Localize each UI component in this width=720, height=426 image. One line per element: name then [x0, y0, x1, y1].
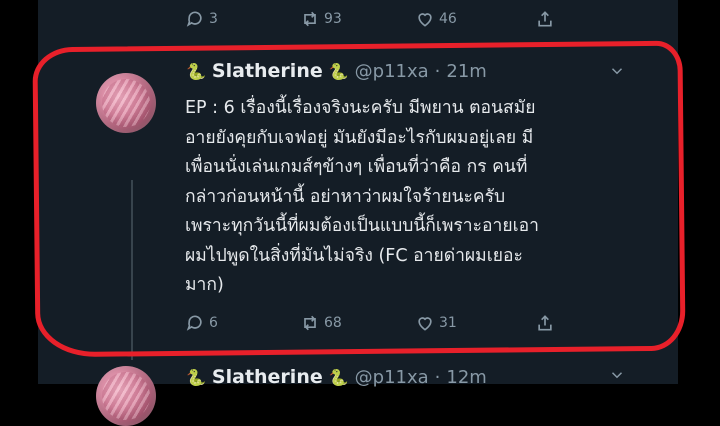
user-handle[interactable]: @p11xa — [355, 367, 429, 388]
heart-icon — [418, 13, 432, 27]
reply-count: 3 — [209, 11, 218, 27]
next-tweet-header: 🐍 Slatherine 🐍 @p11xa · 12m — [186, 366, 487, 388]
display-name[interactable]: Slatherine — [212, 366, 323, 388]
separator: · — [434, 366, 441, 388]
retweet-count: 93 — [324, 11, 342, 27]
like-button[interactable]: 46 — [415, 9, 457, 29]
retweet-icon — [304, 11, 316, 27]
share-button[interactable] — [535, 9, 555, 29]
avatar[interactable] — [96, 366, 156, 426]
reply-button[interactable]: 3 — [185, 9, 218, 29]
reply-icon — [186, 11, 202, 27]
like-count: 46 — [439, 11, 457, 27]
chevron-down-icon[interactable] — [608, 366, 626, 388]
share-icon — [538, 11, 552, 27]
timestamp[interactable]: 12m — [446, 367, 486, 388]
red-highlight-annotation — [32, 40, 686, 358]
retweet-button[interactable]: 93 — [300, 9, 342, 29]
